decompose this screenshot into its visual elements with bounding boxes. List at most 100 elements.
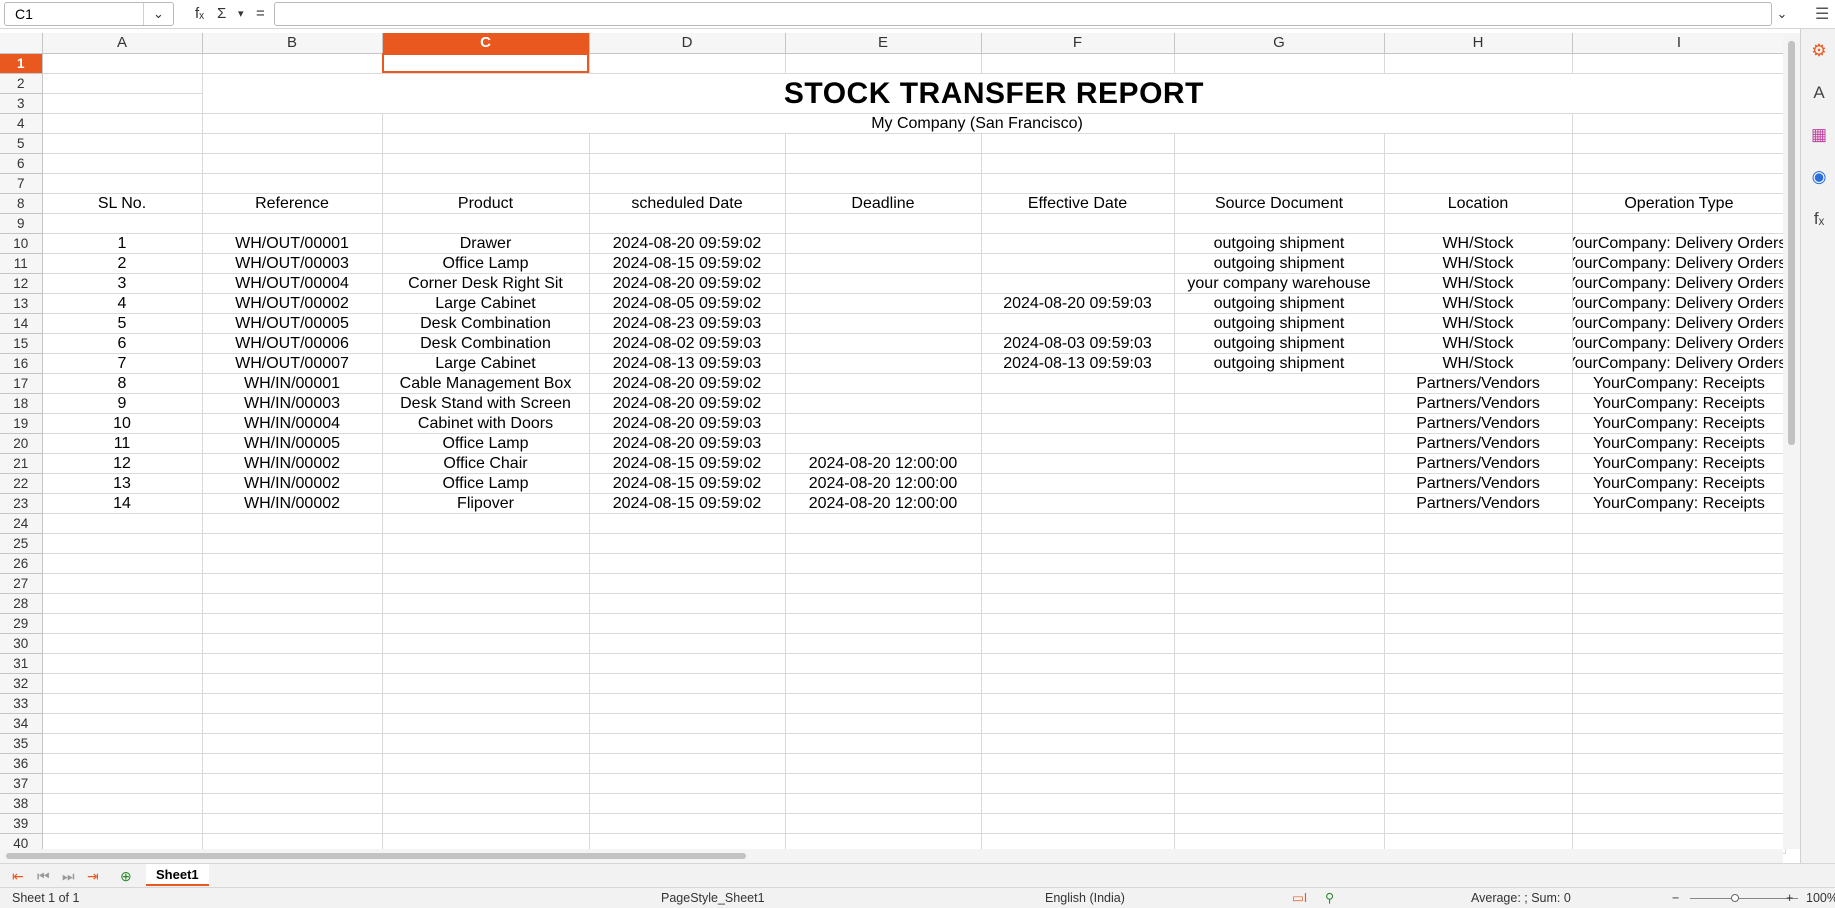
cell[interactable] (1384, 753, 1573, 774)
table-cell[interactable] (981, 473, 1175, 494)
row-header[interactable]: 28 (0, 593, 43, 614)
row-header[interactable]: 39 (0, 813, 43, 834)
cell[interactable] (42, 593, 203, 614)
table-cell[interactable] (785, 353, 982, 374)
formula-equals-icon[interactable]: = (256, 3, 265, 25)
row-header[interactable]: 13 (0, 293, 43, 314)
horizontal-scroll-thumb[interactable] (6, 853, 746, 859)
table-cell[interactable]: WH/IN/00002 (202, 493, 383, 514)
zoom-slider[interactable] (1690, 898, 1798, 899)
table-cell[interactable]: Cabinet with Doors (382, 413, 590, 434)
functions-icon[interactable]: fₓ (1807, 207, 1831, 231)
cell[interactable] (1384, 173, 1573, 194)
table-cell[interactable]: 2024-08-20 12:00:00 (785, 453, 982, 474)
cell[interactable] (1572, 813, 1787, 834)
cell[interactable] (589, 633, 786, 654)
table-cell[interactable]: 12 (42, 453, 203, 474)
cell[interactable] (785, 653, 982, 674)
cell[interactable] (589, 813, 786, 834)
row-header[interactable]: 12 (0, 273, 43, 294)
table-cell[interactable]: 2024-08-20 09:59:03 (981, 293, 1175, 314)
cell[interactable] (1572, 213, 1787, 234)
table-cell[interactable]: WH/IN/00005 (202, 433, 383, 454)
cell[interactable] (1572, 793, 1787, 814)
cell[interactable] (589, 753, 786, 774)
table-cell[interactable]: YourCompany: Delivery Orders (1572, 273, 1787, 294)
cell[interactable] (981, 773, 1175, 794)
cell[interactable] (589, 573, 786, 594)
cell[interactable] (785, 213, 982, 234)
cell[interactable] (202, 613, 383, 634)
cell[interactable] (202, 673, 383, 694)
table-cell[interactable]: WH/Stock (1384, 313, 1573, 334)
table-cell[interactable] (981, 453, 1175, 474)
row-header[interactable]: 15 (0, 333, 43, 354)
cell[interactable] (42, 113, 203, 134)
table-cell[interactable]: 2024-08-15 09:59:02 (589, 453, 786, 474)
cell[interactable] (202, 773, 383, 794)
table-cell[interactable] (981, 413, 1175, 434)
cell[interactable] (981, 553, 1175, 574)
cell[interactable] (1384, 213, 1573, 234)
table-cell[interactable]: 2024-08-20 09:59:02 (589, 393, 786, 414)
cell[interactable] (1572, 573, 1787, 594)
table-cell[interactable]: 2024-08-13 09:59:03 (589, 353, 786, 374)
table-cell[interactable]: Partners/Vendors (1384, 493, 1573, 514)
cell[interactable] (1384, 733, 1573, 754)
row-header[interactable]: 21 (0, 453, 43, 474)
cell[interactable] (1572, 633, 1787, 654)
name-box[interactable]: C1 ⌄ (4, 2, 174, 26)
cell[interactable] (42, 533, 203, 554)
navigator-icon[interactable]: ◉ (1807, 165, 1831, 189)
cell[interactable] (42, 513, 203, 534)
zoom-level[interactable]: 100% (1806, 888, 1835, 908)
cell[interactable] (202, 533, 383, 554)
table-header-cell[interactable]: scheduled Date (589, 193, 786, 214)
cell[interactable] (785, 713, 982, 734)
cell[interactable] (42, 633, 203, 654)
cell[interactable] (382, 613, 590, 634)
column-header[interactable]: G (1174, 33, 1385, 54)
cell[interactable] (1572, 173, 1787, 194)
row-header[interactable]: 31 (0, 653, 43, 674)
table-cell[interactable]: YourCompany: Receipts (1572, 373, 1787, 394)
cell[interactable] (589, 533, 786, 554)
table-cell[interactable]: 2 (42, 253, 203, 274)
table-cell[interactable]: outgoing shipment (1174, 253, 1385, 274)
active-cell[interactable] (382, 53, 590, 74)
row-header[interactable]: 27 (0, 573, 43, 594)
cell[interactable] (202, 173, 383, 194)
cell[interactable] (981, 613, 1175, 634)
zoom-in-icon[interactable]: + (1786, 888, 1793, 908)
horizontal-scrollbar[interactable] (0, 849, 1783, 863)
cell[interactable] (1174, 593, 1385, 614)
cell[interactable] (382, 793, 590, 814)
table-cell[interactable]: 2024-08-02 09:59:03 (589, 333, 786, 354)
table-header-cell[interactable]: Location (1384, 193, 1573, 214)
table-cell[interactable]: Drawer (382, 233, 590, 254)
table-cell[interactable] (785, 413, 982, 434)
cell[interactable] (42, 613, 203, 634)
table-cell[interactable]: WH/Stock (1384, 353, 1573, 374)
row-header[interactable]: 11 (0, 253, 43, 274)
next-sheet-icon[interactable]: ⏭ (62, 866, 75, 886)
cell[interactable] (589, 153, 786, 174)
row-header[interactable]: 29 (0, 613, 43, 634)
cell[interactable] (981, 213, 1175, 234)
cell[interactable] (42, 173, 203, 194)
select-all-corner[interactable] (0, 33, 43, 54)
chevron-down-icon[interactable]: ⌄ (143, 3, 173, 25)
cell[interactable] (1174, 173, 1385, 194)
cell[interactable] (785, 613, 982, 634)
cell[interactable] (1174, 573, 1385, 594)
table-cell[interactable]: Office Lamp (382, 253, 590, 274)
table-cell[interactable] (785, 333, 982, 354)
cell[interactable] (589, 773, 786, 794)
table-cell[interactable]: 2024-08-03 09:59:03 (981, 333, 1175, 354)
table-cell[interactable]: YourCompany: Delivery Orders (1572, 293, 1787, 314)
cell[interactable] (202, 53, 383, 74)
cell[interactable] (42, 73, 203, 94)
row-header[interactable]: 17 (0, 373, 43, 394)
table-cell[interactable]: 2024-08-20 09:59:02 (589, 273, 786, 294)
cell[interactable] (202, 753, 383, 774)
